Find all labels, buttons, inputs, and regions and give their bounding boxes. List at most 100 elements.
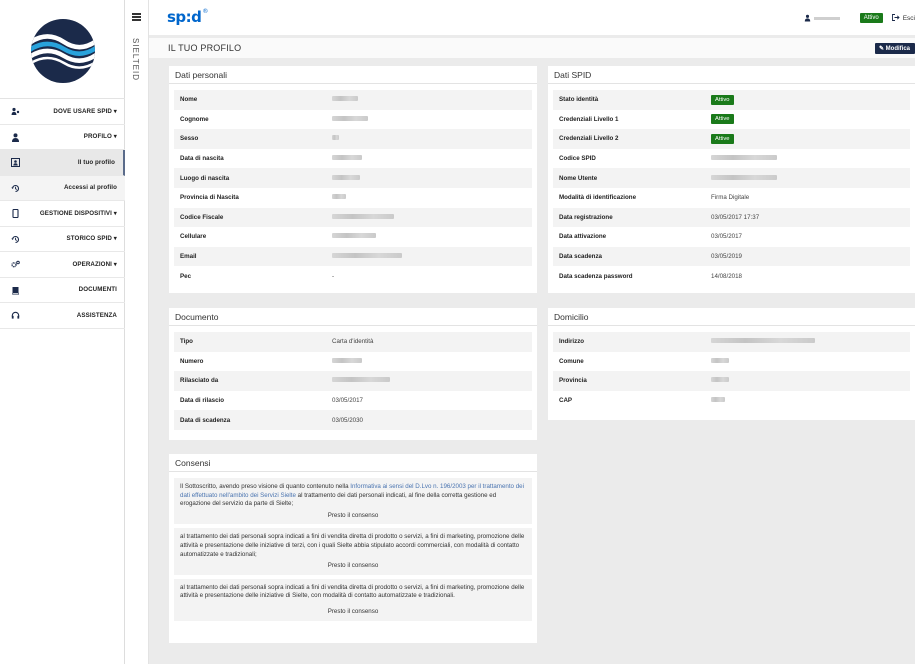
user-name-redacted bbox=[813, 16, 840, 20]
table-row: Indirizzo bbox=[553, 332, 910, 352]
give-consent-button[interactable]: Presto il consenso bbox=[180, 608, 526, 617]
top-bar: sp:d® Attivo Esci bbox=[149, 0, 915, 35]
sidebar-item-label: PROFILO ▾ bbox=[83, 133, 117, 140]
headset-icon bbox=[11, 311, 20, 320]
row-key: Sesso bbox=[180, 135, 199, 143]
row-key: Provincia di Nascita bbox=[180, 194, 239, 202]
sidebar-item-label: GESTIONE DISPOSITIVI ▾ bbox=[39, 209, 117, 217]
table-row: Data di rilascio 03/05/2017 bbox=[174, 390, 532, 411]
row-value-redacted bbox=[332, 155, 362, 162]
table-row: Data attivazione 03/05/2017 bbox=[553, 227, 910, 247]
row-value-redacted bbox=[332, 96, 358, 103]
table-row: CAP bbox=[553, 390, 910, 411]
sielte-logo bbox=[31, 19, 95, 83]
row-key: Numero bbox=[180, 357, 204, 365]
user-icon bbox=[11, 132, 20, 142]
sidebar-item-accessi-al-profilo[interactable]: Accessi al profilo bbox=[0, 175, 125, 201]
panel-title: Documento bbox=[169, 308, 537, 326]
sidebar-item-label: DOCUMENTI bbox=[78, 286, 117, 293]
row-key: Cellulare bbox=[180, 233, 207, 241]
row-key: Credenziali Livello 2 bbox=[559, 135, 619, 143]
row-value-redacted bbox=[711, 357, 729, 365]
status-badge: Attive bbox=[711, 133, 734, 144]
panel-body: Nome Cognome Sesso Data di nascita Luogo… bbox=[169, 84, 537, 294]
app-root: DOVE USARE SPID ▾ PROFILO ▾ Il tuo profi… bbox=[0, 0, 915, 664]
row-key: Rilasciato da bbox=[180, 377, 219, 385]
row-key: Credenziali Livello 1 bbox=[559, 115, 619, 123]
consents-panel: Consensi Il Sottoscritto, avendo preso v… bbox=[169, 454, 537, 643]
table-row: Comune bbox=[553, 351, 910, 372]
row-value: - bbox=[332, 272, 335, 280]
table-row: Stato identità Attivo bbox=[553, 90, 910, 110]
row-key: Comune bbox=[559, 357, 584, 365]
row-value-redacted bbox=[332, 233, 376, 240]
panel-title: Dati personali bbox=[169, 66, 537, 84]
brand-label: SIELTEID bbox=[131, 38, 140, 81]
table-row: Data di scadenza 03/05/2030 bbox=[174, 410, 532, 430]
row-key: Indirizzo bbox=[559, 338, 585, 346]
panel-title: Domicilio bbox=[548, 308, 915, 326]
sidebar-item-gestione-dispositivi[interactable]: GESTIONE DISPOSITIVI ▾ bbox=[0, 201, 125, 227]
sidebar-item-il-tuo-profilo[interactable]: Il tuo profilo bbox=[0, 150, 125, 176]
consent-block: al trattamento dei dati personali sopra … bbox=[174, 528, 532, 575]
hamburger-menu-icon[interactable] bbox=[132, 13, 141, 21]
row-key: Nome bbox=[180, 96, 198, 104]
consent-text: Il Sottoscritto, avendo preso visione di… bbox=[180, 483, 351, 490]
row-value-redacted bbox=[711, 155, 777, 162]
panel-body: Indirizzo Comune Provincia CAP bbox=[548, 326, 915, 418]
sidebar-item-assistenza[interactable]: ASSISTENZA bbox=[0, 303, 125, 329]
sidebar-item-operazioni[interactable]: OPERAZIONI ▾ bbox=[0, 252, 125, 278]
row-key: Modalità di identificazione bbox=[559, 194, 637, 202]
table-row: Credenziali Livello 1 Attive bbox=[553, 109, 910, 130]
domicile-panel: Domicilio Indirizzo Comune Provincia CAP bbox=[548, 308, 915, 420]
row-key: Codice Fiscale bbox=[180, 213, 224, 221]
row-key: Data scadenza bbox=[559, 253, 602, 261]
panel-body: Stato identità Attivo Credenziali Livello… bbox=[548, 84, 915, 294]
edit-button[interactable]: ✎ Modifica bbox=[874, 43, 915, 54]
gears-icon bbox=[11, 260, 20, 269]
table-row: Tipo Carta d'identità bbox=[174, 332, 532, 352]
row-key: Data registrazione bbox=[559, 213, 613, 221]
row-value-redacted bbox=[332, 357, 362, 365]
give-consent-button[interactable]: Presto il consenso bbox=[180, 562, 526, 571]
consent-text: al trattamento dei dati personali sopra … bbox=[180, 583, 525, 600]
logout-icon bbox=[891, 13, 900, 23]
row-value: 03/05/2019 bbox=[711, 253, 742, 261]
row-value-redacted bbox=[711, 338, 815, 345]
logout-label: Esci bbox=[902, 14, 915, 22]
consent-block: Il Sottoscritto, avendo preso visione di… bbox=[174, 478, 532, 525]
registered-mark: ® bbox=[202, 8, 208, 15]
main-content: IL TUO PROFILO ✎ Modifica Dati personali… bbox=[149, 35, 915, 664]
location-people-icon bbox=[11, 107, 20, 116]
sidebar-item-documenti[interactable]: DOCUMENTI bbox=[0, 278, 125, 303]
consent-text: al trattamento dei dati personali sopra … bbox=[180, 533, 525, 558]
row-value-redacted bbox=[332, 115, 368, 123]
spid-logo[interactable]: sp:d® bbox=[167, 8, 208, 26]
table-row: Luogo di nascita bbox=[174, 168, 532, 188]
row-value: 03/05/2017 bbox=[332, 397, 363, 405]
table-row: Nome bbox=[174, 90, 532, 110]
sidebar-item-dove-usare-spid[interactable]: DOVE USARE SPID ▾ bbox=[0, 99, 125, 125]
edit-button-label: Modifica bbox=[885, 46, 910, 52]
row-value-redacted bbox=[711, 397, 725, 404]
book-icon bbox=[11, 286, 20, 295]
row-key: Nome Utente bbox=[559, 174, 598, 182]
page-title: IL TUO PROFILO bbox=[168, 43, 242, 53]
row-key: Stato identità bbox=[559, 96, 599, 104]
status-badge: Attivo bbox=[859, 13, 883, 23]
user-area: Attivo Esci bbox=[804, 12, 915, 24]
status-badge: Attive bbox=[711, 114, 734, 125]
give-consent-button[interactable]: Presto il consenso bbox=[180, 512, 526, 521]
logout-button[interactable]: Esci bbox=[891, 13, 915, 23]
row-key: Pec bbox=[180, 272, 192, 280]
history-icon bbox=[11, 184, 20, 193]
table-row: Sesso bbox=[174, 129, 532, 149]
table-row: Provincia bbox=[553, 371, 910, 391]
sidebar-item-storico-spid[interactable]: STORICO SPID ▾ bbox=[0, 227, 125, 252]
table-row: Pec - bbox=[174, 266, 532, 286]
sidebar-item-profilo[interactable]: PROFILO ▾ bbox=[0, 125, 125, 150]
row-key: Cognome bbox=[180, 115, 209, 123]
spid-logo-text: sp:d bbox=[167, 8, 202, 26]
row-value-redacted bbox=[711, 377, 729, 384]
row-value-redacted bbox=[332, 194, 346, 201]
